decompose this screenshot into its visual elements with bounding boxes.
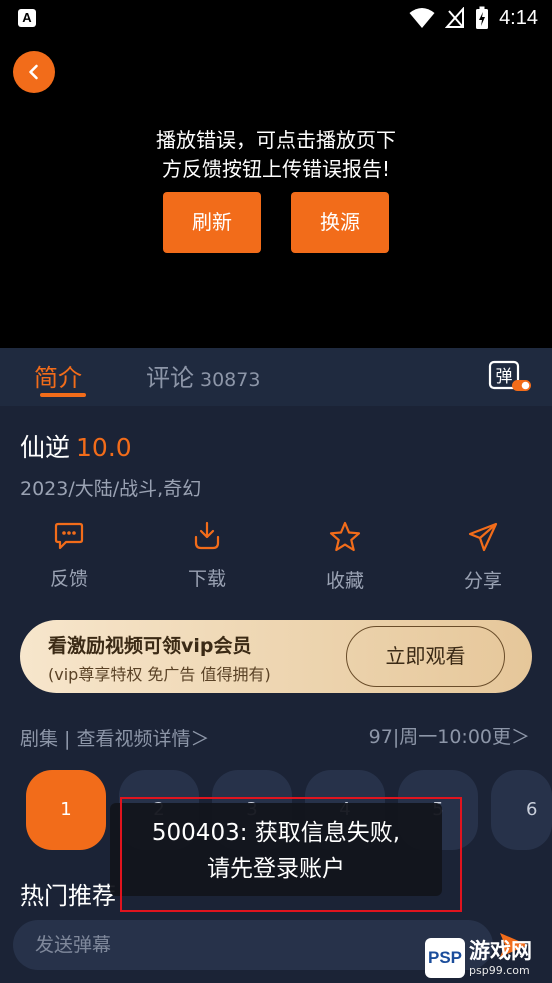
danmu-icon: 弹 — [488, 360, 531, 391]
danmu-toggle-button[interactable]: 弹 — [488, 360, 532, 392]
favorite-button[interactable]: 收藏 — [300, 520, 390, 593]
notification-a-icon: A — [18, 9, 36, 27]
feedback-button[interactable]: 反馈 — [24, 520, 114, 591]
share-label: 分享 — [463, 570, 502, 592]
danmu-icon-text: 弹 — [496, 367, 513, 387]
danmu-input[interactable]: 发送弹幕 — [13, 920, 493, 970]
refresh-button[interactable]: 刷新 — [163, 192, 261, 253]
tab-comments[interactable]: 评论 30873 — [146, 358, 260, 393]
star-icon — [329, 521, 361, 552]
comment-icon — [54, 522, 84, 550]
tab-comments-label: 评论 — [146, 364, 194, 392]
share-button[interactable]: 分享 — [438, 520, 528, 593]
download-button[interactable]: 下载 — [162, 520, 252, 591]
active-tab-indicator — [40, 393, 86, 397]
detail-tabs: 简介 评论 30873 弹 — [0, 348, 552, 406]
feedback-label: 反馈 — [49, 568, 88, 590]
wifi-icon — [409, 8, 435, 28]
vip-banner: 看激励视频可领vip会员 (vip尊享特权 免广告 值得拥有) 立即观看 — [20, 620, 532, 693]
playback-error-message: 播放错误，可点击播放页下 方反馈按钮上传错误报告! — [156, 128, 396, 181]
watermark-logo: PSP — [425, 938, 465, 978]
episodes-header[interactable]: 剧集 | 查看视频详情＞ — [20, 724, 209, 751]
episodes-update-info[interactable]: 97|周一10:00更＞ — [369, 722, 530, 749]
episode-button-6[interactable]: 6 — [491, 770, 552, 850]
watermark-site-name: 游戏网 — [469, 938, 532, 963]
vip-subtitle: (vip尊享特权 免广告 值得拥有) — [48, 665, 271, 684]
share-icon — [468, 522, 498, 552]
vip-title: 看激励视频可领vip会员 — [48, 635, 252, 657]
favorite-label: 收藏 — [325, 570, 364, 592]
status-bar: A 4:14 — [0, 0, 552, 38]
show-rating: 10.0 — [76, 433, 132, 462]
download-icon — [194, 521, 220, 550]
back-button[interactable] — [13, 51, 55, 93]
annotation-highlight-box — [120, 797, 462, 912]
chevron-left-icon — [29, 64, 38, 80]
watermark-url: psp99.com — [469, 963, 530, 977]
clock: 4:14 — [499, 6, 538, 29]
hot-recommend-heading: 热门推荐 — [20, 882, 116, 910]
show-name: 仙逆 — [20, 433, 71, 462]
show-title: 仙逆 10.0 — [20, 428, 132, 464]
switch-source-button[interactable]: 换源 — [291, 192, 389, 253]
video-player[interactable]: 播放错误，可点击播放页下 方反馈按钮上传错误报告! 刷新 换源 — [0, 38, 552, 348]
tab-intro[interactable]: 简介 — [34, 358, 82, 393]
watch-now-button[interactable]: 立即观看 — [346, 626, 505, 687]
show-tags: 2023/大陆/战斗,奇幻 — [20, 478, 202, 500]
download-label: 下载 — [187, 568, 226, 590]
site-watermark: PSP 游戏网 psp99.com — [425, 933, 552, 983]
no-signal-icon — [445, 7, 465, 28]
comment-count: 30873 — [200, 369, 261, 391]
episode-button-1[interactable]: 1 — [26, 770, 106, 850]
episode-6-label: 6 — [526, 799, 538, 820]
battery-charging-icon — [476, 6, 489, 29]
